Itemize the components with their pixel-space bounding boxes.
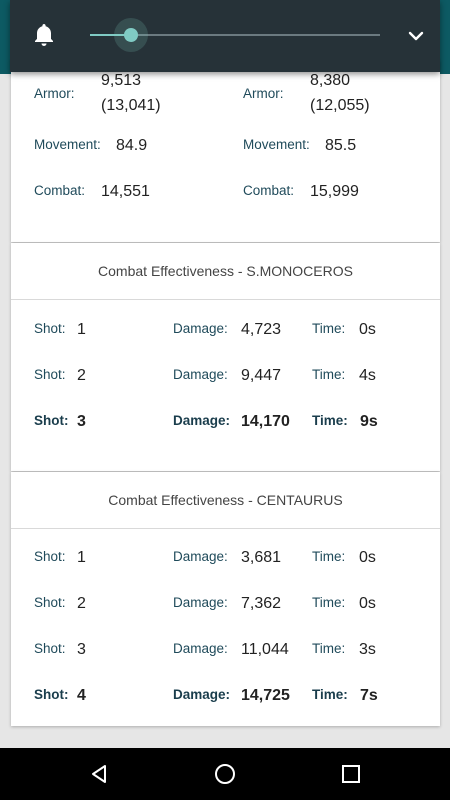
left-combat-value: 14,551 bbox=[101, 183, 150, 200]
recents-icon[interactable] bbox=[339, 762, 363, 786]
time-value: 0s bbox=[359, 549, 376, 566]
damage-label: Damage: bbox=[173, 367, 228, 382]
left-combat-label: Combat: bbox=[34, 183, 86, 198]
damage-value: 3,681 bbox=[241, 549, 282, 566]
centaurus-effectiveness-card: Combat Effectiveness - CENTAURUS Shot: 1… bbox=[11, 472, 440, 726]
table-row: Shot: 1 Damage: 3,681 Time: 0s bbox=[11, 547, 440, 571]
time-label: Time: bbox=[312, 595, 346, 610]
monoceros-effectiveness-card: Combat Effectiveness - S.MONOCEROS Shot:… bbox=[11, 243, 440, 471]
left-movement-value: 84.9 bbox=[116, 137, 148, 154]
shot-value: 1 bbox=[77, 549, 86, 566]
table-row-final: Shot: 3 Damage: 14,170 Time: 9s bbox=[11, 411, 440, 435]
shot-value: 2 bbox=[77, 367, 86, 384]
shot-value: 3 bbox=[77, 641, 86, 658]
time-value: 9s bbox=[360, 413, 378, 430]
table-row: Shot: 3 Damage: 11,044 Time: 3s bbox=[11, 639, 440, 663]
volume-slider-thumb[interactable] bbox=[123, 28, 138, 42]
damage-label: Damage: bbox=[173, 595, 228, 610]
right-movement-label: Movement: bbox=[243, 137, 310, 152]
table-row: Shot: 2 Damage: 7,362 Time: 0s bbox=[11, 593, 440, 617]
shot-label: Shot: bbox=[34, 549, 66, 564]
table-row-final: Shot: 4 Damage: 14,725 Time: 7s bbox=[11, 685, 440, 709]
damage-value: 4,723 bbox=[241, 321, 282, 338]
navigation-bar bbox=[0, 748, 450, 800]
right-armor-subvalue: (12,055) bbox=[310, 97, 370, 114]
section-title: Combat Effectiveness - CENTAURUS bbox=[11, 472, 440, 529]
right-combat-value: 15,999 bbox=[310, 183, 359, 200]
right-movement-value: 85.5 bbox=[325, 137, 357, 154]
time-value: 4s bbox=[359, 367, 376, 384]
table-row: Shot: 1 Damage: 4,723 Time: 0s bbox=[11, 319, 440, 343]
damage-value: 7,362 bbox=[241, 595, 282, 612]
left-armor-subvalue: (13,041) bbox=[101, 97, 161, 114]
shot-value: 2 bbox=[77, 595, 86, 612]
shot-label: Shot: bbox=[34, 595, 66, 610]
damage-value: 14,725 bbox=[241, 687, 290, 704]
volume-panel bbox=[10, 0, 440, 72]
shot-label: Shot: bbox=[34, 367, 66, 382]
damage-label: Damage: bbox=[173, 321, 228, 336]
back-icon[interactable] bbox=[87, 762, 111, 786]
home-icon[interactable] bbox=[213, 762, 237, 786]
time-value: 0s bbox=[359, 321, 376, 338]
shot-label: Shot: bbox=[34, 413, 69, 428]
damage-label: Damage: bbox=[173, 549, 228, 564]
shot-label: Shot: bbox=[34, 321, 66, 336]
time-label: Time: bbox=[312, 687, 348, 702]
damage-value: 11,044 bbox=[241, 641, 289, 658]
time-value: 7s bbox=[360, 687, 378, 704]
right-armor-value: 8,380 bbox=[310, 72, 351, 89]
right-armor-label: Armor: bbox=[243, 86, 284, 101]
shot-value: 4 bbox=[77, 687, 86, 704]
left-movement-label: Movement: bbox=[34, 137, 101, 152]
time-value: 0s bbox=[359, 595, 376, 612]
left-armor-label: Armor: bbox=[34, 86, 75, 101]
table-row: Shot: 2 Damage: 9,447 Time: 4s bbox=[11, 365, 440, 389]
section-title: Combat Effectiveness - S.MONOCEROS bbox=[11, 243, 440, 300]
right-combat-label: Combat: bbox=[243, 183, 295, 198]
damage-value: 14,170 bbox=[241, 413, 290, 430]
bell-icon[interactable] bbox=[32, 22, 56, 48]
shot-label: Shot: bbox=[34, 641, 66, 656]
time-label: Time: bbox=[312, 549, 346, 564]
time-label: Time: bbox=[312, 641, 346, 656]
comparison-stats-card: Armor: 9,513 (13,041) Movement: 84.9 Com… bbox=[11, 60, 440, 242]
chevron-down-icon[interactable] bbox=[406, 26, 426, 46]
volume-slider[interactable] bbox=[90, 18, 380, 52]
shot-value: 1 bbox=[77, 321, 86, 338]
damage-label: Damage: bbox=[173, 413, 231, 428]
left-armor-value: 9,513 bbox=[101, 72, 142, 89]
time-label: Time: bbox=[312, 321, 346, 336]
damage-label: Damage: bbox=[173, 687, 231, 702]
shot-value: 3 bbox=[77, 413, 86, 430]
damage-value: 9,447 bbox=[241, 367, 282, 384]
damage-label: Damage: bbox=[173, 641, 228, 656]
time-value: 3s bbox=[359, 641, 376, 658]
time-label: Time: bbox=[312, 367, 346, 382]
time-label: Time: bbox=[312, 413, 348, 428]
shot-label: Shot: bbox=[34, 687, 69, 702]
